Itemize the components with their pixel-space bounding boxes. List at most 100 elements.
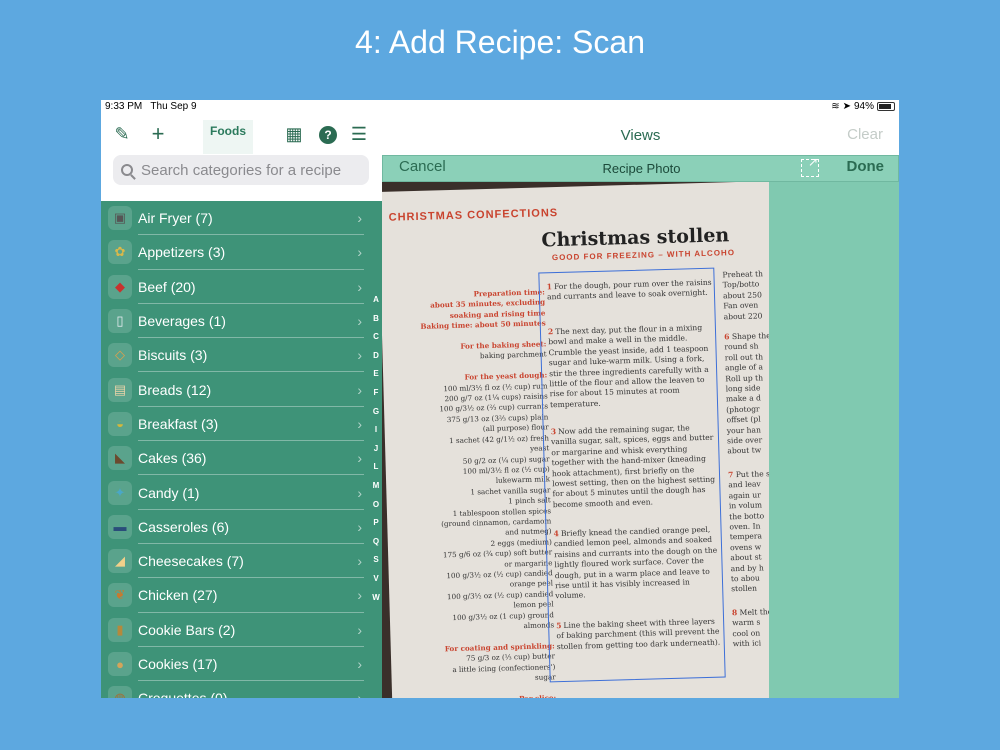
chevron-right-icon: › (357, 415, 362, 432)
side-text: round sh (724, 341, 759, 352)
index-letter[interactable]: L (371, 462, 381, 481)
index-letter[interactable]: E (371, 369, 381, 388)
step-number: 4 (553, 529, 560, 539)
index-letter[interactable]: O (371, 500, 381, 519)
recipe-step: 3 Now add the remaining sugar, the vanill… (551, 423, 718, 511)
category-row[interactable]: ✦ Candy (1) › (101, 475, 382, 510)
recipe-photo[interactable]: CHRISTMAS CONFECTIONS Christmas stollen … (382, 182, 769, 698)
cookies-icon: ● (108, 652, 132, 676)
index-letter[interactable]: J (371, 444, 381, 463)
expand-icon[interactable] (801, 155, 819, 177)
side-text: about 220 (723, 310, 763, 322)
side-text: tempera (729, 531, 763, 542)
side-text: cool on (732, 628, 761, 639)
list-icon[interactable]: ☰ (348, 124, 370, 144)
side-text: about 250 (722, 290, 762, 301)
biscuits-icon: ◇ (108, 343, 132, 368)
side-text: Melt the (739, 607, 769, 618)
location-icon: ➤ (842, 101, 851, 112)
alphabet-index[interactable]: ABCDEFGIJLMOPQSVW (371, 295, 381, 611)
index-letter[interactable]: D (371, 351, 381, 370)
chevron-right-icon: › (357, 313, 362, 330)
category-row[interactable]: ◣ Cakes (36) › (101, 441, 382, 476)
chevron-right-icon: › (357, 484, 362, 501)
side-line: about tw (727, 445, 769, 458)
index-letter[interactable]: M (371, 481, 381, 500)
category-label: Chicken (27) (138, 587, 218, 604)
side-text: (photogr (726, 404, 760, 415)
cookbook-page: CHRISTMAS CONFECTIONS Christmas stollen … (382, 182, 769, 698)
index-letter[interactable]: V (371, 574, 381, 593)
chicken-icon: ❦ (108, 583, 132, 608)
category-row[interactable]: ▣ Air Fryer (7) › (101, 201, 382, 236)
chevron-right-icon: › (357, 347, 362, 364)
category-row[interactable]: ✿ Appetizers (3) › (101, 235, 382, 270)
index-letter[interactable]: G (371, 407, 381, 426)
category-row[interactable]: ● Cookies (17) › (101, 647, 382, 682)
croquettes-icon: ◍ (108, 686, 132, 698)
index-letter[interactable]: P (371, 518, 381, 537)
side-text: Preheat th (722, 269, 764, 280)
side-text: oven. In (729, 521, 761, 532)
index-letter[interactable]: F (371, 388, 381, 407)
detail-pane: ≋ ➤ 94% Views Clear Cancel Recipe Photo … (382, 100, 899, 698)
plus-icon[interactable]: + (147, 123, 169, 145)
step-number: 5 (556, 621, 562, 631)
step-number: 8 (731, 608, 738, 618)
index-letter[interactable]: W (371, 593, 381, 612)
category-row[interactable]: ▤ Breads (12) › (101, 372, 382, 407)
cakes-icon: ◣ (108, 446, 132, 471)
calculator-icon[interactable]: ▦ (283, 124, 305, 144)
side-line: the botto (729, 510, 769, 523)
category-label: Appetizers (3) (138, 244, 226, 261)
help-icon[interactable]: ? (319, 126, 337, 144)
category-row[interactable]: ◢ Cheesecakes (7) › (101, 544, 382, 579)
recipe-title: Christmas stollen (541, 224, 730, 252)
done-button[interactable]: Done (847, 158, 885, 175)
search-placeholder: Search categories for a recipe (141, 161, 342, 179)
views-title: Views (620, 127, 661, 144)
search-input[interactable]: Search categories for a recipe (113, 155, 369, 185)
battery-percent: 94% (853, 101, 874, 112)
page-header: CHRISTMAS CONFECTIONS (388, 206, 559, 224)
index-letter[interactable]: Q (371, 537, 381, 556)
step-text: The next day, put the flour in a mixing … (548, 323, 709, 410)
side-text: make a d (725, 393, 762, 404)
index-letter[interactable]: A (371, 295, 381, 314)
candy-icon: ✦ (108, 480, 132, 505)
air-fryer-icon: ▣ (108, 206, 132, 231)
category-row[interactable]: ▬ Casseroles (6) › (101, 510, 382, 544)
index-letter[interactable]: S (371, 555, 381, 574)
side-text: about st (730, 552, 762, 563)
step-text: Line the baking sheet with three layers … (556, 616, 721, 651)
category-row[interactable]: ◇ Biscuits (3) › (101, 338, 382, 373)
category-row[interactable]: ▯ Beverages (1) › (101, 304, 382, 339)
category-row[interactable]: ❦ Chicken (27) › (101, 578, 382, 613)
breads-icon: ▤ (108, 377, 132, 402)
category-row[interactable]: ◆ Beef (20) › (101, 270, 382, 304)
category-row[interactable]: ▮ Cookie Bars (2) › (101, 613, 382, 647)
side-text: your han (726, 425, 762, 436)
left-toolbar: ✎ + Foods ▦ ? ☰ (101, 118, 382, 154)
category-row[interactable]: ◍ Croquettes (0) › (101, 681, 382, 698)
side-line: warm s (732, 616, 769, 629)
step-number: 1 (546, 282, 553, 292)
ingredients-column: Preparation time: about 35 minutes, exclu… (395, 287, 557, 698)
side-text: Shape the (731, 331, 769, 342)
side-line: Preheat th (722, 268, 769, 281)
status-date: Thu Sep 9 (150, 101, 197, 112)
index-letter[interactable]: B (371, 314, 381, 333)
index-letter[interactable]: I (371, 425, 381, 444)
pencil-icon[interactable]: ✎ (111, 124, 133, 144)
index-letter[interactable]: C (371, 332, 381, 351)
breakfast-icon: ◒ (108, 411, 132, 436)
category-label: Cheesecakes (7) (138, 553, 244, 570)
side-line: 6 Shape the (724, 330, 769, 343)
side-line: 8 Melt the (732, 606, 769, 619)
clear-button[interactable]: Clear (847, 126, 883, 143)
steps-column: 1 For the dough, pour rum over the raisin… (382, 182, 769, 651)
side-text: in volum (728, 500, 763, 511)
tab-foods[interactable]: Foods (203, 120, 253, 154)
status-time-value: 9:33 PM (105, 101, 143, 112)
category-row[interactable]: ◒ Breakfast (3) › (101, 407, 382, 442)
